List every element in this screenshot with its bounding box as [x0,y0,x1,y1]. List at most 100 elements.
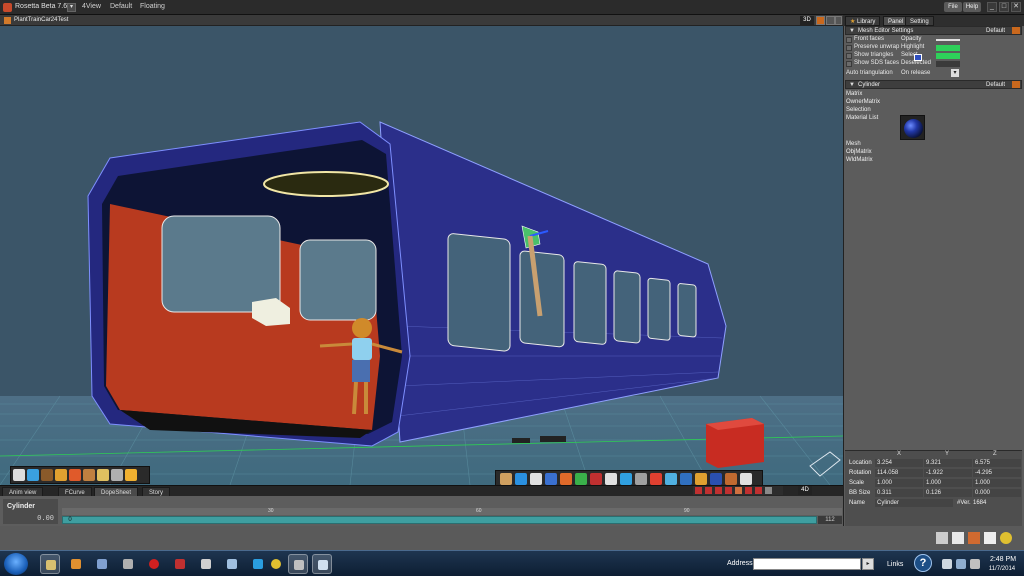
bbsize-z[interactable]: 0.000 [973,489,1021,497]
taskbar-app3[interactable] [92,554,112,574]
transport-controls[interactable] [693,486,783,495]
collapse-arrow-icon[interactable]: ▼ [849,27,855,35]
timeline-ruler[interactable]: 30 60 90 [62,508,842,515]
view-mode-3d-button[interactable]: 3D [800,16,814,25]
network-icon[interactable] [956,559,966,569]
taskbar-skype[interactable] [248,554,268,574]
section-close-icon[interactable] [1012,27,1020,34]
help-icon[interactable]: ? [914,554,932,572]
auto-triangulation-value[interactable]: On release [901,70,930,76]
location-y[interactable]: 9.321 [924,459,972,467]
track-end-frame[interactable]: 112 [818,516,842,524]
taskbar-app8[interactable] [222,554,242,574]
prop-wld-matrix[interactable]: WldMatrix [846,157,873,163]
taskbar-media[interactable] [66,554,86,574]
status-icon-1[interactable] [936,532,948,544]
brush-tool-icon[interactable] [55,469,67,481]
clock-date[interactable]: 11/7/2014 [982,566,1022,572]
taskbar-rosetta[interactable] [288,554,308,574]
menu-default[interactable]: Default [110,3,132,10]
status-icon-2[interactable] [952,532,964,544]
prop-material-list[interactable]: Material List [846,115,878,121]
address-go-icon[interactable]: ▸ [862,558,874,570]
tray-up-icon[interactable] [942,559,952,569]
file-button[interactable]: File [944,2,962,12]
prop-selection[interactable]: Selection [846,107,871,113]
prop-matrix[interactable]: Matrix [846,91,862,97]
menu-4view[interactable]: 4View [82,3,101,10]
location-z[interactable]: 6.575 [973,459,1021,467]
paint-tool-icon[interactable] [41,469,53,481]
scale-y[interactable]: 1.000 [924,479,972,487]
viewport-pin-icon[interactable] [826,16,835,25]
scissors-tool-icon[interactable] [111,469,123,481]
zigzag-tool-icon[interactable] [650,473,662,485]
prop-owner-matrix[interactable]: OwnerMatrix [846,99,880,105]
plane-tool-icon[interactable] [725,473,737,485]
extrude-tool-icon[interactable] [560,473,572,485]
close-button[interactable]: ✕ [1011,2,1021,12]
object-section-header[interactable]: ▼ Cylinder Default [845,80,1022,89]
timeline-track-bar[interactable] [62,516,817,524]
scale-z[interactable]: 1.000 [973,479,1021,487]
taskbar-app6[interactable] [170,554,190,574]
taskbar-explorer[interactable] [40,554,60,574]
minimize-button[interactable]: _ [987,2,997,12]
track-header[interactable]: Cylinder 0.00 [3,499,58,524]
location-x[interactable]: 3.254 [875,459,923,467]
settings-tool-icon[interactable] [740,473,752,485]
arc-tool-icon[interactable] [680,473,692,485]
taskbar-app7[interactable] [196,554,216,574]
prop-mesh[interactable]: Mesh [846,141,861,147]
mirror-tool-icon[interactable] [710,473,722,485]
bbsize-y[interactable]: 0.126 [924,489,972,497]
taskbar-chrome[interactable] [266,554,286,574]
deselected-color-swatch[interactable] [936,61,960,67]
select-color-swatch[interactable] [936,53,960,59]
lasso-tool-icon[interactable] [97,469,109,481]
show-sds-faces-checkbox[interactable] [846,61,852,67]
bbsize-x[interactable]: 0.311 [875,489,923,497]
mesh-editor-section-header[interactable]: ▼ Mesh Editor Settings Default [845,26,1022,35]
rotate-tool-icon[interactable] [515,473,527,485]
weld-tool-icon[interactable] [635,473,647,485]
bridge-tool-icon[interactable] [620,473,632,485]
pencil-tool-icon[interactable] [83,469,95,481]
taskbar-opera[interactable] [144,554,164,574]
auto-triangulation-dropdown-icon[interactable]: ▾ [951,69,959,77]
rotation-z[interactable]: -4.295 [973,469,1021,477]
star-tool-icon[interactable] [125,469,137,481]
scale-x[interactable]: 1.000 [875,479,923,487]
preserve-unwrap-checkbox[interactable] [846,45,852,51]
rotation-y[interactable]: -1.922 [924,469,972,477]
rotation-x[interactable]: 114.058 [875,469,923,477]
viewport-close-icon[interactable] [835,16,842,25]
maximize-button[interactable]: □ [999,2,1009,12]
volume-icon[interactable] [970,559,980,569]
globe-tool-icon[interactable] [27,469,39,481]
select-tool-icon[interactable] [13,469,25,481]
show-triangles-checkbox[interactable] [846,53,852,59]
sphere-tool-icon[interactable] [500,473,512,485]
status-icon-4[interactable] [984,532,996,544]
clock-time[interactable]: 2:48 PM [985,556,1021,563]
address-input[interactable] [753,558,861,570]
tab-setting[interactable]: Setting [905,16,934,26]
box-tool-icon[interactable] [695,473,707,485]
menu-floating[interactable]: Floating [140,3,165,10]
links-label[interactable]: Links [887,561,903,568]
start-button-icon[interactable] [4,553,28,575]
bevel-tool-icon[interactable] [575,473,587,485]
front-faces-checkbox[interactable] [846,37,852,43]
help-button[interactable]: Help [963,2,981,12]
layout-dropdown-icon[interactable]: ▾ [67,3,76,12]
move-tool-icon[interactable] [530,473,542,485]
tab-library[interactable]: ★ Library [845,16,881,26]
taskbar-app4[interactable] [118,554,138,574]
opacity-slider[interactable] [936,39,960,41]
view-mode-4d-button[interactable]: 4D [798,486,812,495]
loop-tool-icon[interactable] [665,473,677,485]
object-name-field[interactable]: Cylinder [875,499,953,507]
section-close-icon[interactable] [1012,81,1020,88]
cut-tool-icon[interactable] [590,473,602,485]
